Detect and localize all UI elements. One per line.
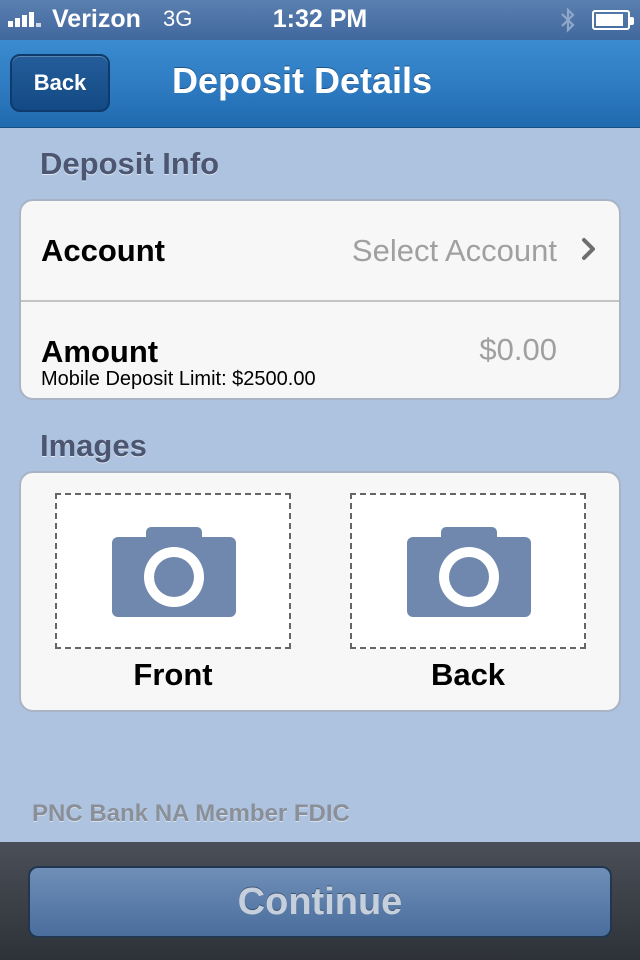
chevron-right-icon bbox=[582, 238, 595, 260]
camera-icon bbox=[112, 527, 236, 617]
deposit-info-header: Deposit Info bbox=[40, 146, 220, 181]
account-value: Select Account bbox=[351, 233, 557, 268]
front-image-slot[interactable] bbox=[55, 493, 291, 649]
images-header: Images bbox=[40, 428, 147, 463]
battery-icon bbox=[592, 10, 634, 30]
images-group: Front Back bbox=[19, 471, 621, 712]
status-time: 1:32 PM bbox=[272, 5, 368, 33]
amount-value[interactable]: $0.00 bbox=[479, 332, 557, 368]
back-image-slot[interactable] bbox=[350, 493, 586, 649]
back-button[interactable]: Back bbox=[10, 54, 110, 112]
bluetooth-icon bbox=[561, 7, 575, 33]
bottom-toolbar: Continue bbox=[0, 842, 640, 960]
back-label: Back bbox=[430, 657, 506, 692]
account-label: Account bbox=[41, 233, 165, 268]
camera-icon bbox=[407, 527, 531, 617]
navigation-bar: Back Deposit Details bbox=[0, 40, 640, 128]
continue-button[interactable]: Continue bbox=[28, 866, 612, 938]
fdic-disclaimer: PNC Bank NA Member FDIC bbox=[32, 800, 350, 827]
account-row[interactable]: Account Select Account bbox=[21, 201, 619, 300]
status-bar: Verizon 3G 1:32 PM bbox=[0, 0, 640, 40]
page-title: Deposit Details bbox=[172, 60, 433, 101]
deposit-limit-text: Mobile Deposit Limit: $2500.00 bbox=[41, 368, 316, 390]
amount-label: Amount bbox=[41, 334, 159, 369]
front-label: Front bbox=[133, 657, 213, 692]
deposit-info-group: Account Select Account Amount $0.00 Mobi… bbox=[19, 199, 621, 400]
amount-row[interactable]: Amount $0.00 Mobile Deposit Limit: $2500… bbox=[21, 300, 619, 399]
